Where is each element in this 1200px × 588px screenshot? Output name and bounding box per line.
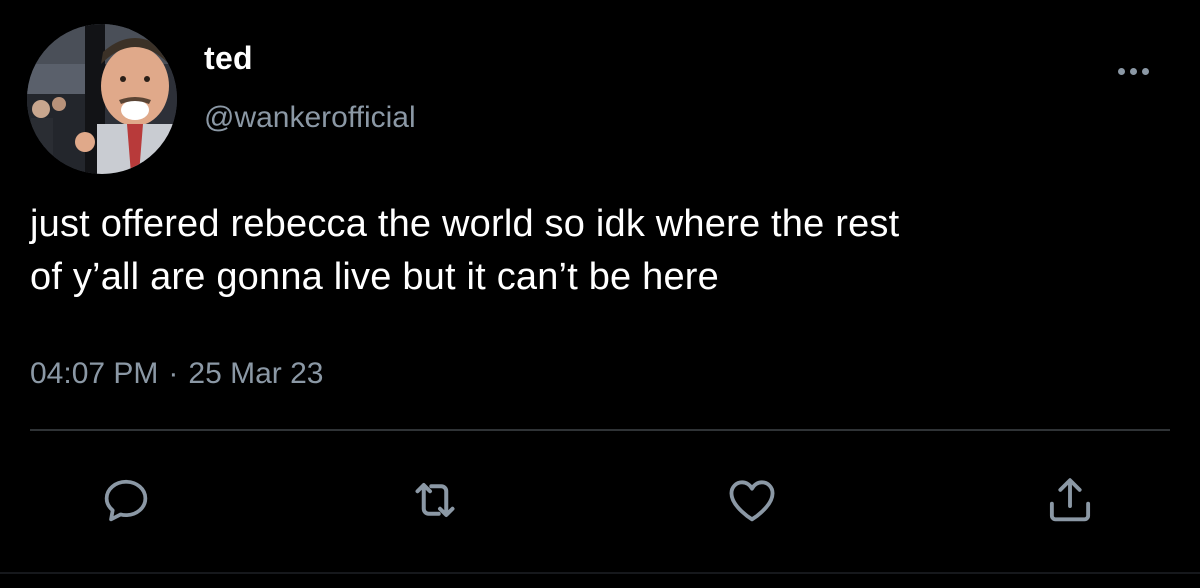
avatar-photo [27, 24, 177, 174]
tweet-card: ted @wankerofficial just offered rebecca… [0, 0, 1200, 588]
retweet-icon [415, 483, 455, 517]
avatar[interactable] [27, 24, 177, 174]
meta-separator: · [168, 357, 179, 390]
share-button[interactable] [1040, 470, 1100, 530]
tweet-text-line: just offered rebecca the world so idk wh… [30, 203, 900, 245]
divider [30, 429, 1170, 431]
reply-button[interactable] [96, 470, 156, 530]
bottom-divider [0, 572, 1200, 574]
reply-icon [104, 479, 148, 522]
share-icon [1049, 478, 1091, 522]
user-handle[interactable]: @wankerofficial [204, 99, 416, 137]
more-options-button[interactable] [1106, 56, 1160, 86]
tweet-text-line: of y’all are gonna live but it can’t be … [30, 256, 719, 298]
heart-icon [729, 480, 775, 522]
more-horizontal-icon [1117, 67, 1125, 75]
tweet-date: 25 Mar 23 [188, 357, 324, 390]
tweet-timestamp[interactable]: 04:07 PM · 25 Mar 23 [30, 354, 324, 394]
more-horizontal-icon-dot [1129, 67, 1137, 75]
tweet-time: 04:07 PM [30, 357, 159, 390]
more-horizontal-icon-dot [1141, 67, 1149, 75]
like-button[interactable] [722, 470, 782, 530]
retweet-button[interactable] [405, 470, 465, 530]
action-bar [0, 470, 1200, 530]
tweet-text: just offered rebecca the world so idk wh… [30, 198, 1180, 304]
display-name[interactable]: ted [204, 38, 253, 78]
